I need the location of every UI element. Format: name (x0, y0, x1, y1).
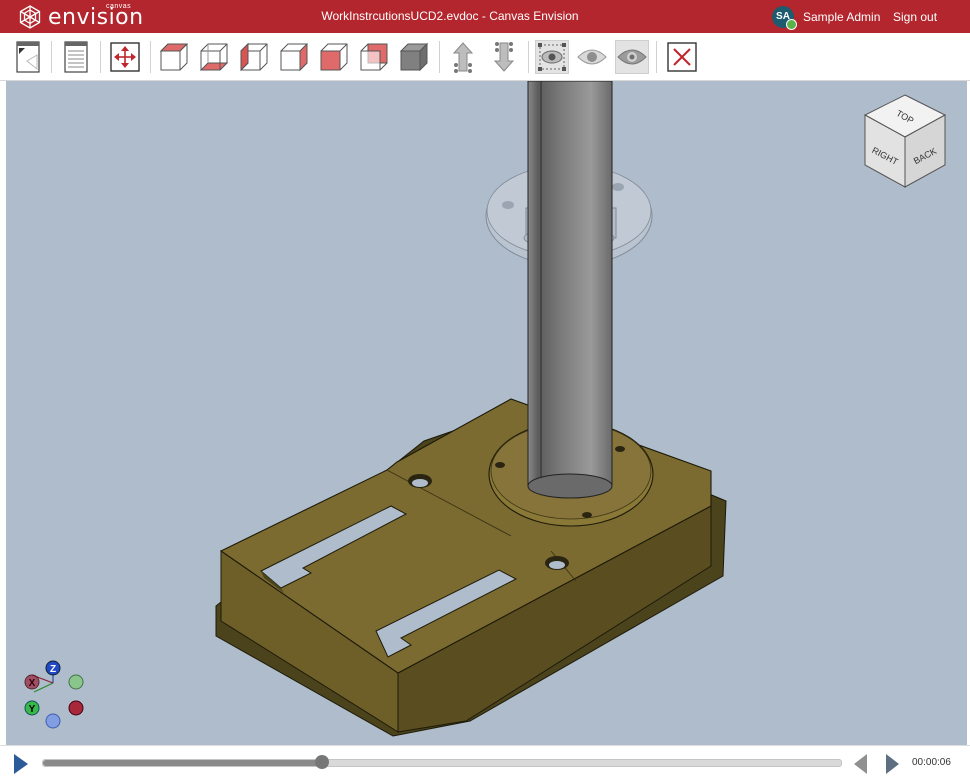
elapsed-time: 00:00:06 (912, 757, 951, 768)
cube-front-face-icon (159, 43, 189, 71)
eye-filled-icon (617, 49, 647, 65)
view-front-button[interactable] (157, 40, 191, 74)
solid-cube-icon (399, 42, 429, 72)
close-button[interactable] (665, 40, 699, 74)
vertical-shaft[interactable] (527, 81, 613, 499)
sign-out-link[interactable]: Sign out (893, 10, 937, 24)
eye-select-icon (538, 43, 566, 71)
timeline-progress (43, 760, 322, 766)
explode-up-button[interactable] (446, 40, 480, 74)
cube-left-face-icon (240, 42, 268, 72)
axis-triad: Z Y X (24, 660, 84, 729)
toolbar-separator (51, 41, 52, 73)
toolbar-separator (100, 41, 101, 73)
view-right-button[interactable] (277, 40, 311, 74)
document-title: WorkInstrcutionsUCD2.evdoc - Canvas Envi… (321, 9, 579, 23)
close-icon (667, 42, 697, 72)
toolbar-separator (150, 41, 151, 73)
toolbar-separator (528, 41, 529, 73)
timeline-thumb[interactable] (314, 755, 329, 769)
cube-back-face-icon (320, 43, 348, 71)
cube-bottom-face-icon (199, 43, 229, 71)
view-top-button[interactable] (357, 40, 391, 74)
axis-x-label: X (29, 678, 36, 689)
document-button[interactable] (59, 40, 93, 74)
view-bottom-button[interactable] (197, 40, 231, 74)
arrow-up-icon (452, 42, 474, 73)
cube-right-face-icon (280, 42, 308, 72)
axis-z-label: Z (50, 664, 56, 675)
view-cube[interactable]: TOP RIGHT BACK (863, 94, 947, 188)
user-info[interactable]: SA Sample Admin (772, 5, 881, 30)
cube-top-face-icon (360, 43, 388, 71)
online-status-icon (786, 19, 797, 30)
main-toolbar (0, 33, 970, 81)
document-lines-icon (64, 41, 88, 73)
base-plate[interactable] (215, 398, 727, 737)
toolbar-separator (656, 41, 657, 73)
view-left-button[interactable] (237, 40, 271, 74)
show-button[interactable] (575, 40, 609, 74)
arrow-down-icon (493, 42, 515, 72)
fit-all-button[interactable] (108, 40, 142, 74)
view-isometric-button[interactable] (397, 40, 431, 74)
playback-bar: 00:00:06 (0, 745, 970, 781)
page-properties-button[interactable] (11, 40, 45, 74)
select-visibility-button[interactable] (535, 40, 569, 74)
collapse-button[interactable] (487, 40, 521, 74)
title-bar: envision canvas WorkInstrcutionsUCD2.evd… (0, 0, 970, 33)
previous-step-icon[interactable] (854, 754, 867, 774)
next-step-icon[interactable] (886, 754, 899, 774)
play-icon[interactable] (14, 754, 28, 774)
axis-y-label: Y (29, 704, 36, 715)
toolbar-separator (439, 41, 440, 73)
view-back-button[interactable] (317, 40, 351, 74)
3d-viewport[interactable]: TOP RIGHT BACK Z Y X (6, 81, 967, 745)
expand-arrows-icon (110, 42, 140, 72)
user-name: Sample Admin (803, 10, 881, 24)
timeline-slider[interactable] (42, 755, 842, 769)
avatar[interactable]: SA (772, 6, 797, 30)
model-render[interactable]: TOP RIGHT BACK Z Y X (6, 81, 967, 745)
hide-button[interactable] (615, 40, 649, 74)
eye-icon (577, 49, 607, 65)
page-corner-icon (16, 41, 40, 73)
